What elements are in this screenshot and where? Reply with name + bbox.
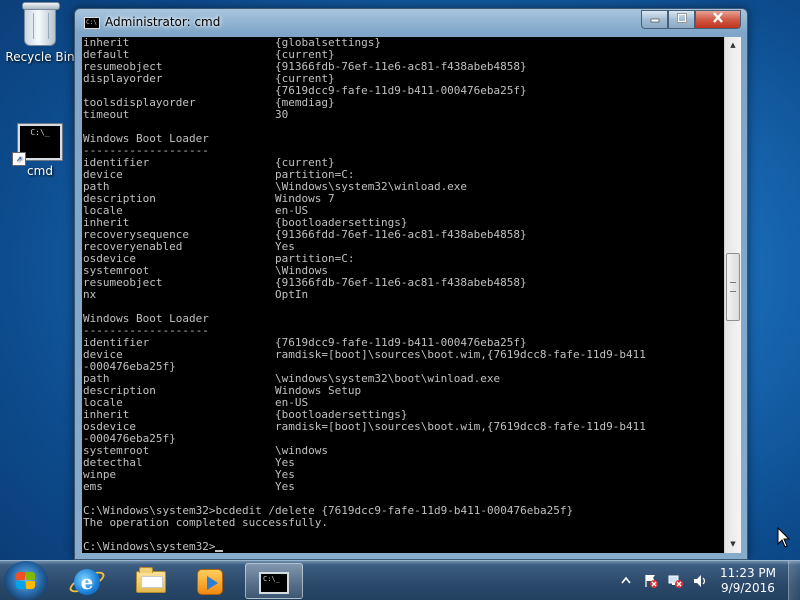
start-button[interactable] [4,561,48,600]
scroll-thumb[interactable] [726,253,740,321]
console-line: C:\Windows\system32> [83,541,724,553]
console-line: The operation completed successfully. [83,517,724,529]
console-line: recoveryenabled Yes [83,241,724,253]
console-line: path \Windows\system32\winload.exe [83,181,724,193]
show-desktop-button[interactable] [788,561,800,600]
bcd-value: 30 [275,108,289,121]
network-button[interactable] [668,573,684,589]
console-line: osdevice partition=C: [83,253,724,265]
scroll-up-button[interactable]: ▲ [725,37,741,54]
close-icon [713,12,723,23]
windows-media-player-icon [197,569,223,595]
bcd-key: winpe [83,468,117,481]
console-line: inherit {globalsettings} [83,37,724,49]
console-line: ------------------- [83,145,724,157]
minimize-button[interactable] [641,10,668,29]
bcd-key: device [83,168,123,181]
taskbar-cmd[interactable]: C:\_ [245,563,303,599]
windows-logo-icon [16,572,25,580]
console-lines: inherit {globalsettings} default {current} r… [82,37,724,553]
system-clock[interactable]: 11:23 PM 9/9/2016 [712,566,784,596]
bcd-key: timeout [83,108,130,121]
console-line: toolsdisplayorder {memdiag} [83,97,724,109]
network-icon [668,575,683,588]
console-text: The operation completed successfully. [83,516,329,529]
cmd-shortcut-icon: C:\_ ↗ [12,123,63,166]
chevron-up-icon [621,576,631,584]
internet-explorer-icon: e [74,569,100,595]
clock-time: 11:23 PM [720,566,776,580]
taskbar: e C:\_ 11:23 PM 9/9/2016 [0,560,800,600]
console-text: C:\Windows\system32> [83,540,216,553]
console-line: detecthal Yes [83,457,724,469]
cmd-window[interactable]: C:\ Administrator: cmd inherit {globalset… [74,8,748,560]
recycle-bin-shortcut[interactable]: Recycle Bin [4,2,76,64]
mouse-pointer-icon [777,527,791,548]
speaker-icon [694,575,706,587]
text-cursor [215,541,224,552]
volume-button[interactable] [692,573,708,589]
console-line: identifier {current} [83,157,724,169]
taskbar-internet-explorer[interactable]: e [60,563,114,599]
action-center-button[interactable] [643,573,659,589]
console-line: osdevice ramdisk=[boot]\sources\boot.wim,… [83,421,724,433]
cmd-icon[interactable]: C:\ [84,17,100,29]
console-line: winpe Yes [83,469,724,481]
console-line: timeout 30 [83,109,724,121]
bcd-value: {91366fdd-76ef-11e6-ac81-f438abeb4858} [275,228,527,241]
console-line: description Windows Setup [83,385,724,397]
window-title: Administrator: cmd [105,15,221,29]
close-button[interactable] [695,10,741,29]
minimize-icon [650,18,659,23]
console-output[interactable]: inherit {globalsettings} default {current} r… [82,37,724,553]
scroll-down-button[interactable]: ▼ [725,536,741,553]
show-hidden-icons-button[interactable] [618,573,634,589]
vertical-scrollbar[interactable]: ▲ ▼ [724,37,741,553]
cmd-shortcut-label: cmd [27,164,53,178]
taskbar-media-player[interactable] [183,563,237,599]
bcd-value: ramdisk=[boot]\sources\boot.wim,{7619dcc… [275,420,646,433]
maximize-icon [676,13,687,23]
cmd-desktop-shortcut[interactable]: C:\_ ↗ cmd [4,123,76,178]
clock-date: 9/9/2016 [721,581,775,595]
console-line: resumeobject {91366fdb-76ef-11e6-ac81-f43… [83,277,724,289]
console-line: description Windows 7 [83,193,724,205]
bcd-value: ramdisk=[boot]\sources\boot.wim,{7619dcc… [275,348,646,361]
bcd-key: resumeobject [83,276,163,289]
console-line: systemroot \windows [83,445,724,457]
windows-explorer-icon [136,567,166,593]
title-bar[interactable]: C:\ Administrator: cmd [75,9,747,37]
console-line: ems Yes [83,481,724,493]
taskbar-windows-explorer[interactable] [123,563,177,599]
recycle-bin-icon [22,2,60,46]
bcd-key: ems [83,480,103,493]
bcd-key: displayorder [83,72,163,85]
console-line: resumeobject {91366fdb-76ef-11e6-ac81-f43… [83,61,724,73]
console-line: path \windows\system32\boot\winload.exe [83,373,724,385]
maximize-button[interactable] [668,10,695,29]
bcd-value: OptIn [275,288,309,301]
console-line: -000476eba25f} [83,433,724,445]
action-center-flag-icon [645,575,658,588]
bcd-value: {91366fdb-76ef-11e6-ac81-f438abeb4858} [275,276,527,289]
cmd-taskbar-icon: C:\_ [259,572,289,594]
console-line: nx OptIn [83,289,724,301]
console-line: device ramdisk=[boot]\sources\boot.wim,{7… [83,349,724,361]
recycle-bin-label: Recycle Bin [5,50,75,64]
bcd-key: nx [83,288,97,301]
bcd-value: Yes [275,480,295,493]
